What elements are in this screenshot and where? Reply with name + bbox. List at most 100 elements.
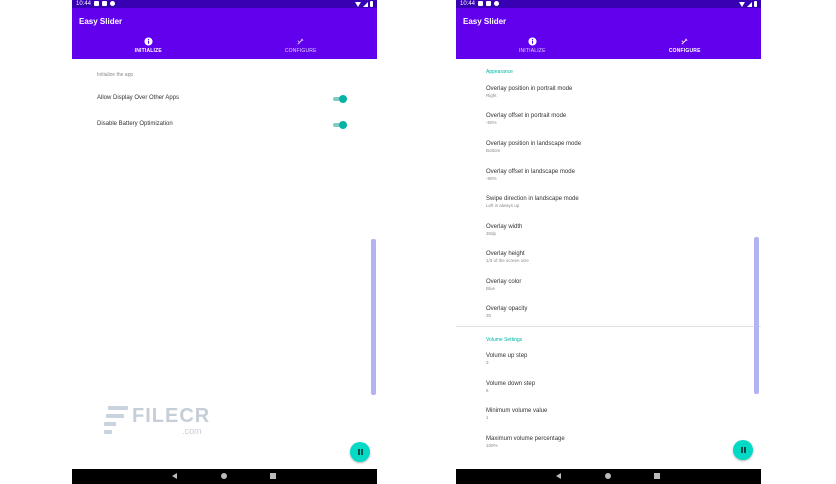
pref-title: Overlay opacity: [486, 306, 528, 312]
notification-icons: [478, 1, 499, 6]
pref-summary: 100%: [486, 443, 498, 448]
battery-optimization-switch[interactable]: [331, 121, 347, 129]
notification-icon: [94, 1, 99, 6]
home-icon[interactable]: [221, 473, 227, 479]
tab-configure-label: CONFIGURE: [284, 48, 317, 54]
pref-title: Overlay color: [486, 279, 522, 285]
app-title: Easy Slider: [463, 17, 507, 26]
battery-icon: [754, 1, 757, 7]
status-time: 10:44: [460, 1, 476, 7]
tools-icon: [297, 38, 304, 45]
toggle-label: Disable Battery Optimization: [97, 121, 173, 127]
pref-overlay-position-landscape[interactable]: Overlay position in landscape mode Botto…: [486, 140, 756, 154]
navigation-bar: [456, 469, 761, 484]
pref-summary: 30dp: [486, 231, 497, 236]
status-bar: 10:44: [72, 0, 377, 8]
volume-section-header: Volume Settings: [486, 337, 523, 343]
tab-initialize[interactable]: INITIALIZE: [456, 37, 609, 59]
pref-title: Overlay offset in portrait mode: [486, 113, 567, 119]
tab-initialize-label: INITIALIZE: [518, 48, 546, 54]
back-icon[interactable]: [172, 473, 177, 479]
pause-fab-button[interactable]: [350, 442, 370, 462]
notification-icon: [110, 1, 115, 6]
status-bar: 10:44: [456, 0, 761, 8]
signal-icon: [363, 1, 368, 7]
watermark-brand: FILECR: [132, 405, 211, 427]
pref-overlay-offset-landscape[interactable]: Overlay offset in landscape mode -90%: [486, 168, 756, 182]
switch-thumb: [339, 121, 347, 129]
tab-configure[interactable]: CONFIGURE: [225, 37, 378, 59]
status-time: 10:44: [76, 1, 92, 7]
pref-title: Overlay width: [486, 224, 523, 230]
notification-icon: [478, 1, 483, 6]
tab-configure-label: CONFIGURE: [668, 48, 701, 54]
pref-overlay-width[interactable]: Overlay width 30dp: [486, 223, 756, 237]
pref-overlay-offset-portrait[interactable]: Overlay offset in portrait mode -50%: [486, 112, 756, 126]
pref-summary: -90%: [486, 176, 497, 181]
pref-summary: 6: [486, 388, 489, 393]
tab-initialize[interactable]: INITIALIZE: [72, 37, 225, 59]
filecr-logo-icon: [104, 404, 128, 436]
app-bar: Easy Slider INITIALIZE CONFIGURE: [72, 8, 377, 59]
pref-title: Volume up step: [486, 353, 528, 359]
wifi-icon: [355, 1, 361, 7]
toggle-row-display-over-apps[interactable]: Allow Display Over Other Apps: [97, 94, 355, 104]
pref-swipe-direction-landscape[interactable]: Swipe direction in landscape mode Left i…: [486, 195, 756, 209]
section-caption: Initialize the app: [97, 72, 134, 78]
pref-overlay-color[interactable]: Overlay color Blue: [486, 278, 756, 292]
pref-summary: Bottom: [486, 148, 501, 153]
overlay-slider-bar[interactable]: [754, 237, 759, 394]
pref-title: Volume down step: [486, 381, 536, 387]
wifi-icon: [739, 1, 745, 7]
section-divider: [456, 326, 761, 327]
system-icons: [739, 1, 757, 7]
pref-volume-down-step[interactable]: Volume down step 6: [486, 380, 756, 394]
toggle-row-battery-optimization[interactable]: Disable Battery Optimization: [97, 120, 355, 130]
pref-title: Overlay position in portrait mode: [486, 86, 573, 92]
pref-maximum-volume-percentage[interactable]: Maximum volume percentage 100%: [486, 435, 756, 449]
recents-icon[interactable]: [270, 473, 276, 479]
pref-summary: Left is always up: [486, 203, 520, 208]
tools-icon: [681, 38, 688, 45]
pref-volume-up-step[interactable]: Volume up step 3: [486, 352, 756, 366]
phone-screen-configure: 10:44 Easy Slider INITIALIZE CONFIGURE A…: [456, 0, 761, 484]
overlay-slider-bar[interactable]: [371, 239, 376, 395]
pref-summary: Right: [486, 93, 497, 98]
pref-overlay-opacity[interactable]: Overlay opacity 30: [486, 305, 756, 319]
pref-title: Overlay height: [486, 251, 525, 257]
tab-configure[interactable]: CONFIGURE: [609, 37, 762, 59]
pref-title: Minimum volume value: [486, 408, 548, 414]
pref-summary: 3: [486, 360, 489, 365]
home-icon[interactable]: [605, 473, 611, 479]
pref-title: Maximum volume percentage: [486, 436, 565, 442]
toggle-label: Allow Display Over Other Apps: [97, 95, 180, 101]
pref-summary: Blue: [486, 286, 496, 291]
pref-overlay-position-portrait[interactable]: Overlay position in portrait mode Right: [486, 85, 756, 99]
pref-minimum-volume[interactable]: Minimum volume value 1: [486, 407, 756, 421]
pref-title: Overlay offset in landscape mode: [486, 169, 575, 175]
pause-icon: [357, 449, 363, 455]
tab-initialize-label: INITIALIZE: [134, 48, 162, 54]
pref-title: Swipe direction in landscape mode: [486, 196, 579, 202]
notification-icon: [486, 1, 491, 6]
pref-overlay-height[interactable]: Overlay height 1/3 of the screen size: [486, 250, 756, 264]
battery-icon: [370, 1, 373, 7]
pause-icon: [740, 447, 746, 453]
notification-icon: [102, 1, 107, 6]
display-over-apps-switch[interactable]: [331, 95, 347, 103]
info-icon: [528, 37, 537, 46]
switch-thumb: [339, 95, 347, 103]
pref-summary: -50%: [486, 120, 497, 125]
notification-icon: [494, 1, 499, 6]
recents-icon[interactable]: [654, 473, 660, 479]
pref-summary: 1/3 of the screen size: [486, 258, 529, 263]
system-icons: [355, 1, 373, 7]
app-title: Easy Slider: [79, 17, 123, 26]
filecr-watermark: FILECR .com: [100, 402, 230, 442]
pref-summary: 1: [486, 415, 489, 420]
back-icon[interactable]: [556, 473, 561, 479]
signal-icon: [747, 1, 752, 7]
pause-fab-button[interactable]: [733, 440, 753, 460]
navigation-bar: [72, 469, 377, 484]
appearance-section-header: Appearance: [486, 69, 513, 75]
